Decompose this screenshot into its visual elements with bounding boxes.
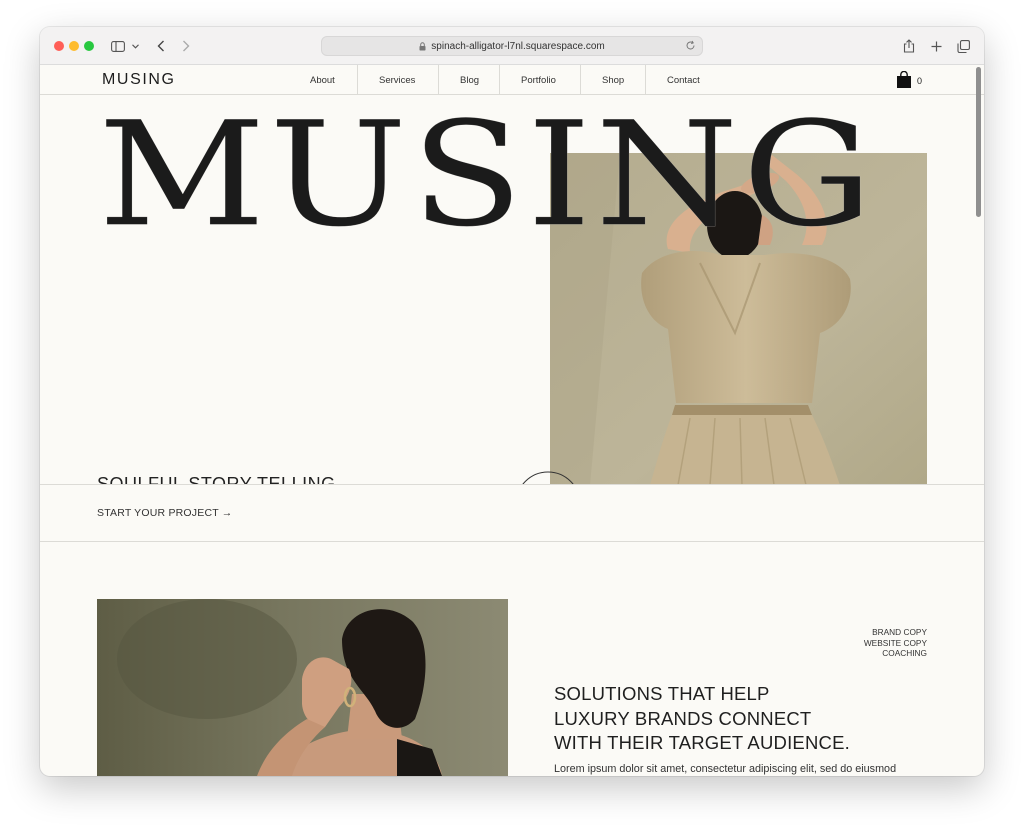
start-project-link[interactable]: START YOUR PROJECT →	[97, 507, 232, 519]
hero-title: MUSING	[98, 90, 877, 259]
intro-body: Lorem ipsum dolor sit amet, consectetur …	[554, 763, 897, 775]
circle-icon[interactable]	[514, 470, 582, 485]
page-scrollbar[interactable]	[976, 67, 981, 217]
shopping-bag-icon	[896, 70, 912, 91]
cart-count: 0	[917, 76, 923, 86]
browser-toolbar: spinach-alligator-l7nl.squarespace.com	[40, 27, 984, 65]
hero-tagline: SOULFUL STORY-TELLING	[97, 474, 336, 484]
cart-button[interactable]: 0	[896, 70, 923, 91]
intro-headline: SOLUTIONS THAT HELP LUXURY BRANDS CONNEC…	[554, 682, 850, 756]
lock-icon	[419, 41, 426, 51]
reload-icon[interactable]	[685, 40, 696, 51]
site-logo[interactable]: MUSING	[102, 71, 176, 89]
services-list: BRAND COPY WEBSITE COPY COACHING	[864, 627, 927, 659]
cta-band: START YOUR PROJECT →	[40, 484, 984, 542]
forward-icon[interactable]	[179, 36, 193, 56]
new-tab-icon[interactable]	[929, 36, 943, 56]
zoom-window-button[interactable]	[84, 41, 94, 51]
headline-line: WITH THEIR TARGET AUDIENCE.	[554, 732, 850, 753]
headline-line: LUXURY BRANDS CONNECT	[554, 707, 812, 729]
sidebar-toggle-icon[interactable]	[110, 36, 126, 56]
service-coaching[interactable]: COACHING	[864, 648, 927, 659]
close-window-button[interactable]	[54, 41, 64, 51]
address-bar[interactable]: spinach-alligator-l7nl.squarespace.com	[321, 36, 703, 56]
tab-overview-icon[interactable]	[955, 36, 971, 56]
browser-window: spinach-alligator-l7nl.squarespace.com M…	[40, 27, 984, 776]
headline-line: SOLUTIONS THAT HELP	[554, 683, 770, 704]
url-text: spinach-alligator-l7nl.squarespace.com	[431, 40, 605, 52]
service-brand-copy[interactable]: BRAND COPY	[864, 627, 927, 638]
service-website-copy[interactable]: WEBSITE COPY	[864, 638, 927, 649]
share-icon[interactable]	[902, 36, 916, 56]
earring-image	[97, 599, 508, 776]
minimize-window-button[interactable]	[69, 41, 79, 51]
chevron-down-icon[interactable]	[130, 36, 140, 56]
back-icon[interactable]	[154, 36, 168, 56]
